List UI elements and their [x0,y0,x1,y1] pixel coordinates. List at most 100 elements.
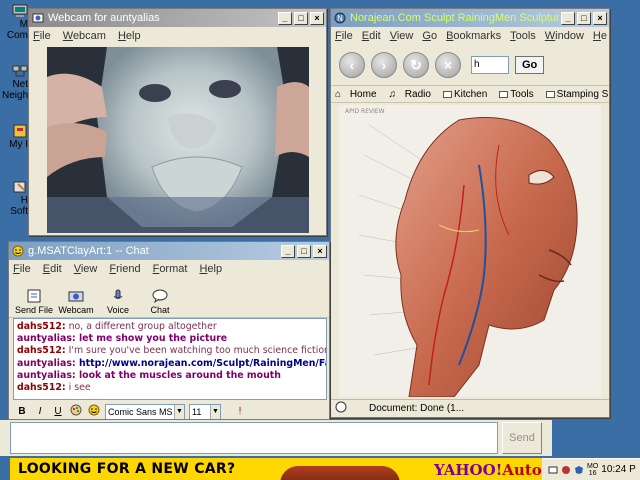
minimize-button[interactable]: _ [278,11,292,25]
url-value: h [474,59,480,70]
font-size-select[interactable]: 11 ▼ [189,403,221,419]
url-input[interactable]: h [471,56,509,74]
menu-file[interactable]: File [335,30,353,42]
desktop-icon-network[interactable]: Net Neigh [2,64,28,101]
minimize-button[interactable]: _ [561,11,575,25]
menu-view[interactable]: View [74,263,98,275]
menu-help[interactable]: Help [199,263,222,275]
network-tray-icon[interactable] [561,465,571,475]
menu-help[interactable]: He [593,30,607,42]
format-toolbar: B I U Comic Sans MS ▼ 11 ▼ ! [9,402,329,419]
close-button[interactable]: × [313,244,327,258]
font-size-value: 11 [192,406,202,417]
personal-toolbar: ⌂ Home ♫ Radio Kitchen Tools Stamping Si… [331,85,609,103]
send-button[interactable]: Send [502,422,542,454]
tray-clock[interactable]: 10:24 P [601,464,635,475]
chat-input[interactable] [10,422,498,454]
tool-label: Chat [150,305,170,315]
menu-help[interactable]: Help [118,30,141,42]
chat-message-list[interactable]: dahs512: no, a different group altogethe… [13,318,327,400]
stop-button[interactable]: × [435,52,461,78]
close-button[interactable]: × [310,11,324,25]
go-button[interactable]: Go [515,56,545,74]
bookmark-kitchen[interactable]: Kitchen [442,89,493,100]
tool-label: Voice [106,305,130,315]
menu-file[interactable]: File [33,30,51,42]
message-sender: auntyalias: [17,333,76,345]
menu-bookmarks[interactable]: Bookmarks [446,30,501,42]
ad-brand-suffix: Auto [502,461,542,479]
bookmark-radio[interactable]: ♫ Radio [389,89,437,100]
bookmark-label: Stamping Sites [556,88,609,100]
menu-webcam[interactable]: Webcam [63,30,106,42]
folder-icon [499,90,509,98]
page-corner-text: APID REVIEW [345,108,385,115]
tray-date: MO 16 [587,462,599,477]
minimize-button[interactable]: _ [281,244,295,258]
voice-button[interactable]: Voice [97,289,139,315]
underline-button[interactable]: U [51,406,65,417]
message-link[interactable]: http://www.norajean.com/Sculpt/RainingMe… [76,358,326,369]
reload-icon: ↻ [410,56,422,73]
chat-message: dahs512: no, a different group altogethe… [17,321,323,333]
home-icon: ⌂ [335,88,344,100]
maximize-button[interactable]: □ [294,11,308,25]
back-arrow-icon: ‹ [349,57,355,73]
message-sender: auntyalias: [17,357,76,369]
shield-tray-icon[interactable] [574,465,584,475]
navigation-toolbar: ‹ › ↻ × h Go [331,45,609,85]
forward-button[interactable]: › [371,52,397,78]
menu-go[interactable]: Go [422,30,437,42]
bookmark-label: Tools [510,88,534,100]
menu-format[interactable]: Format [153,263,188,275]
reload-button[interactable]: ↻ [403,52,429,78]
webcam-titlebar[interactable]: Webcam for auntyalias _ □ × [29,9,326,27]
bookmark-home[interactable]: ⌂ Home [335,89,383,100]
svg-text:N: N [337,14,343,23]
chat-message: auntyalias: let me show you the picture [17,333,323,345]
ad-banner[interactable]: LOOKING FOR A NEW CAR? YAHOO!Auto [10,458,542,480]
message-sender: auntyalias: [17,369,76,381]
menu-view[interactable]: View [390,30,414,42]
stop-icon: × [443,57,453,73]
status-text: Document: Done (1... [369,403,465,414]
menu-friend[interactable]: Friend [109,263,140,275]
menu-file[interactable]: File [13,263,31,275]
color-palette-icon[interactable] [69,404,83,419]
chat-titlebar[interactable]: g.MSATClayArt:1 -- Chat _ □ × [9,242,329,260]
webcam-button[interactable]: Webcam [55,289,97,315]
close-button[interactable]: × [593,11,607,25]
chat-window: g.MSATClayArt:1 -- Chat _ □ × File Edit … [8,241,330,420]
emoticon-icon[interactable] [87,404,101,419]
menu-edit[interactable]: Edit [362,30,381,42]
my-documents-icon [12,124,28,138]
bookmark-stamping-sites[interactable]: Stamping Sites [545,88,609,100]
chat-button[interactable]: Chat [139,289,181,315]
font-value: Comic Sans MS [108,406,173,417]
bookmark-tools[interactable]: Tools [499,89,539,100]
send-file-button[interactable]: Send File [13,289,55,315]
desktop-icon-my-computer[interactable]: M Com [2,4,28,41]
chat-message: auntyalias: http://www.norajean.com/Scul… [17,357,326,370]
back-button[interactable]: ‹ [339,52,365,78]
italic-button[interactable]: I [33,406,47,417]
microphone-icon [109,289,127,303]
maximize-button[interactable]: □ [577,11,591,25]
chevron-down-icon: ▼ [174,404,184,419]
software-icon [12,180,28,194]
desktop-icon-my-documents[interactable]: My I [2,124,28,150]
maximize-button[interactable]: □ [297,244,311,258]
ad-brand: YAHOO! [434,461,503,479]
buzz-icon[interactable]: ! [233,406,247,417]
desktop-icon-software[interactable]: H Soft [2,180,28,217]
messenger-tray-icon[interactable] [548,465,558,475]
chat-input-area: Send [0,420,552,456]
menu-window[interactable]: Window [545,30,584,42]
font-select[interactable]: Comic Sans MS ▼ [105,403,185,419]
menu-tools[interactable]: Tools [510,30,536,42]
tool-label: Send File [14,305,54,315]
browser-titlebar[interactable]: N Norajean.Com Sculpt RainingMen Sculptu… [331,9,609,27]
menu-edit[interactable]: Edit [43,263,62,275]
bold-button[interactable]: B [15,406,29,417]
webcam-title: Webcam for auntyalias [48,12,160,24]
